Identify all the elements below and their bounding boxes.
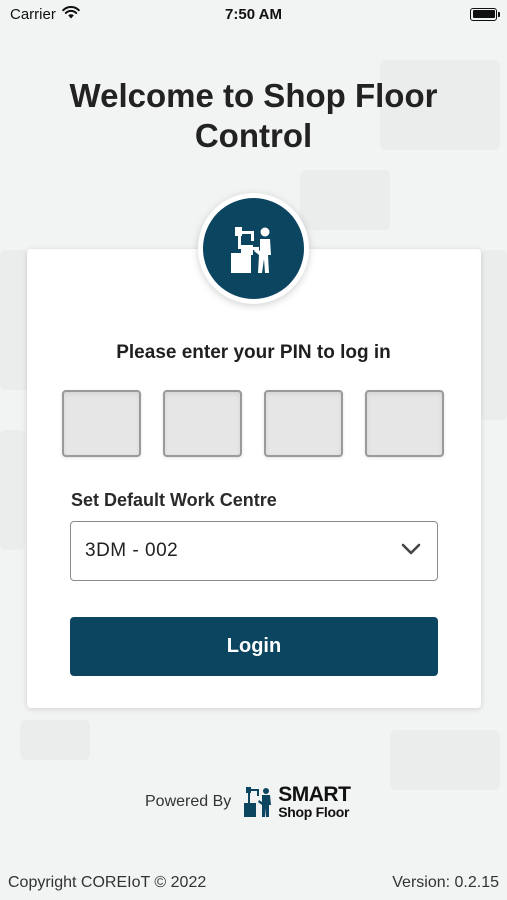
login-button[interactable]: Login [70,617,438,676]
work-centre-select[interactable]: 3DM - 002 [70,521,438,581]
pin-input-group [62,390,444,457]
page-title: Welcome to Shop Floor Control [0,76,507,156]
battery-icon [470,7,500,21]
smart-logo-icon [244,786,272,817]
pin-digit-4[interactable] [365,390,444,457]
pin-prompt: Please enter your PIN to log in [116,342,391,363]
chevron-down-icon [401,542,421,560]
carrier-label: Carrier [10,5,56,23]
work-centre-value: 3DM - 002 [85,540,179,561]
title-line-2: Control [194,117,313,154]
pin-digit-3[interactable] [264,390,343,457]
pin-digit-2[interactable] [163,390,242,457]
powered-by: Powered By SMART Shop Floor [145,783,351,820]
wifi-icon [62,5,80,23]
pin-digit-1[interactable] [62,390,141,457]
app-logo [198,193,309,304]
copyright-text: Copyright COREIoT © 2022 [8,874,207,891]
powered-by-label: Powered By [145,792,232,810]
worker-machine-icon [230,226,271,273]
brand-line-2: Shop Floor [278,804,350,820]
title-line-1: Welcome to Shop Floor [69,77,438,114]
status-bar: Carrier 7:50 AM [0,0,507,28]
version-text: Version: 0.2.15 [392,874,499,891]
brand-line-1: SMART [278,783,351,806]
smart-shop-floor-logo: SMART Shop Floor [243,783,351,820]
work-centre-label: Set Default Work Centre [71,490,277,510]
